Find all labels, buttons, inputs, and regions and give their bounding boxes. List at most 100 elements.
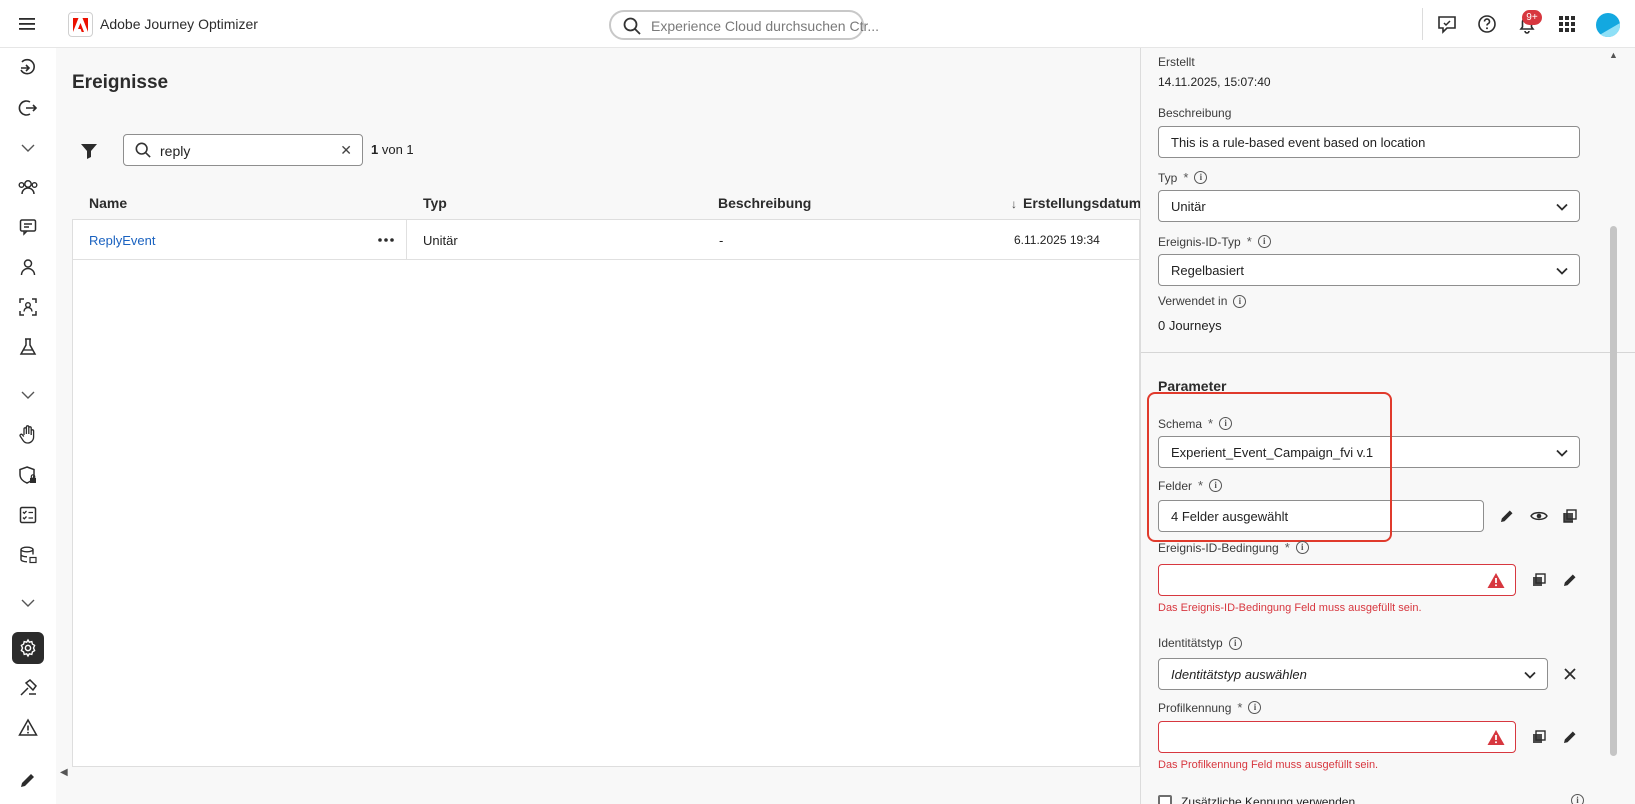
search-placeholder: Experience Cloud durchsuchen Ctr...	[651, 18, 880, 34]
top-bar: Adobe Journey Optimizer Experience Cloud…	[0, 0, 1635, 48]
id-type-label: Ereignis-ID-Typ * i	[1158, 234, 1271, 249]
column-header-name[interactable]: Name	[89, 195, 127, 211]
notification-badge: 9+	[1522, 10, 1542, 25]
id-type-value: Regelbasiert	[1171, 263, 1244, 278]
gear-icon[interactable]	[12, 632, 44, 664]
info-icon[interactable]: i	[1295, 541, 1309, 554]
menu-icon[interactable]	[16, 13, 38, 35]
edit-profile-id-pencil-icon[interactable]	[1560, 727, 1580, 747]
description-value: This is a rule-based event based on loca…	[1171, 135, 1426, 150]
event-detail-panel: Erstellt 14.11.2025, 15:07:40 Beschreibu…	[1140, 48, 1635, 804]
search-icon	[623, 17, 641, 38]
help-icon[interactable]	[1476, 13, 1498, 35]
edit-fields-pencil-icon[interactable]	[1497, 506, 1517, 526]
message-icon[interactable]	[12, 211, 44, 243]
events-table: ReplyEvent Unitär - 6.11.2025 19:34	[72, 219, 1140, 767]
warning-icon	[1487, 729, 1505, 749]
column-header-beschreibung[interactable]: Beschreibung	[718, 195, 811, 211]
hammer-icon[interactable]	[12, 672, 44, 704]
edit-condition-pencil-icon[interactable]	[1560, 570, 1580, 590]
page-title: Ereignisse	[72, 72, 169, 93]
used-in-value: 0 Journeys	[1158, 318, 1222, 333]
chevron-down-icon[interactable]	[12, 379, 44, 411]
type-select[interactable]: Unitär	[1158, 190, 1580, 222]
table-row[interactable]: ReplyEvent Unitär - 6.11.2025 19:34	[73, 220, 1139, 260]
identity-scan-icon[interactable]	[12, 291, 44, 323]
sort-arrow-icon: ↓	[1011, 197, 1017, 211]
created-label: Erstellt	[1158, 55, 1195, 69]
info-icon[interactable]: i	[1194, 171, 1208, 184]
copy-icon[interactable]	[1560, 506, 1580, 526]
alert-icon[interactable]	[12, 712, 44, 744]
event-name-link[interactable]: ReplyEvent	[89, 233, 155, 248]
identity-type-label: Identitätstyp i	[1158, 636, 1242, 650]
logout-icon[interactable]	[12, 92, 44, 124]
chevron-down-icon[interactable]	[12, 132, 44, 164]
app-title[interactable]: Adobe Journey Optimizer	[100, 16, 258, 32]
extra-id-label[interactable]: Zusätzliche Kennung verwenden	[1181, 795, 1355, 804]
profile-id-input[interactable]	[1158, 721, 1516, 753]
id-condition-input[interactable]	[1158, 564, 1516, 596]
info-icon[interactable]: i	[1571, 791, 1584, 804]
type-value: Unitär	[1171, 199, 1206, 214]
column-header-typ[interactable]: Typ	[423, 195, 447, 211]
flask-icon[interactable]	[12, 331, 44, 363]
clear-identity-type-icon[interactable]	[1560, 664, 1580, 684]
database-icon[interactable]	[12, 539, 44, 571]
checklist-icon[interactable]	[12, 499, 44, 531]
type-label: Typ * i	[1158, 170, 1208, 185]
avatar[interactable]	[1596, 13, 1620, 37]
description-field[interactable]: This is a rule-based event based on loca…	[1158, 126, 1580, 158]
search-icon	[135, 142, 151, 161]
clear-search-icon[interactable]: ✕	[340, 142, 352, 159]
section-divider	[1141, 352, 1635, 353]
info-icon[interactable]: i	[1228, 636, 1242, 650]
chevron-down-icon	[1555, 446, 1569, 463]
info-icon[interactable]: i	[1248, 701, 1262, 714]
identity-type-select[interactable]: Identitätstyp auswählen	[1158, 658, 1548, 690]
event-type-cell: Unitär	[423, 233, 458, 248]
identity-type-placeholder: Identitätstyp auswählen	[1171, 667, 1307, 682]
used-in-label: Verwendet in i	[1158, 294, 1247, 308]
apps-grid-icon[interactable]	[1556, 13, 1578, 35]
result-count: 1 von 1	[371, 142, 414, 157]
global-search-input[interactable]: Experience Cloud durchsuchen Ctr...	[609, 10, 879, 40]
search-value: reply	[160, 143, 191, 159]
column-divider	[406, 220, 407, 260]
info-icon[interactable]: i	[1257, 235, 1271, 248]
id-condition-label: Ereignis-ID-Bedingung * i	[1158, 540, 1309, 555]
arrow-in-icon[interactable]	[12, 52, 44, 84]
feedback-icon[interactable]	[1436, 13, 1458, 35]
view-fields-eye-icon[interactable]	[1529, 506, 1549, 526]
profile-id-error: Das Profilkennung Feld muss ausgefüllt s…	[1158, 759, 1379, 771]
event-search-input[interactable]: reply ✕	[123, 134, 363, 166]
info-icon[interactable]: i	[1233, 294, 1247, 308]
scroll-left-icon[interactable]: ◀	[60, 767, 68, 778]
extra-id-checkbox[interactable]	[1158, 795, 1172, 804]
filter-icon[interactable]	[76, 138, 102, 164]
scroll-up-icon[interactable]: ▲	[1609, 50, 1618, 60]
copy-icon[interactable]	[1529, 727, 1549, 747]
created-value: 14.11.2025, 15:07:40	[1158, 75, 1271, 89]
event-date-cell: 6.11.2025 19:34	[1014, 233, 1100, 247]
panel-scrollbar[interactable]: ▲	[1607, 48, 1619, 804]
profile-icon[interactable]	[12, 251, 44, 283]
column-header-erstellungsdatum[interactable]: ↓ Erstellungsdatum	[1011, 195, 1141, 211]
toolbar-divider	[1422, 8, 1423, 40]
left-rail	[0, 48, 56, 804]
event-description-cell: -	[719, 233, 724, 248]
id-type-select[interactable]: Regelbasiert	[1158, 254, 1580, 286]
shield-lock-icon[interactable]	[12, 459, 44, 491]
copy-icon[interactable]	[1529, 570, 1549, 590]
pencil-icon[interactable]	[12, 764, 44, 796]
scrollbar-thumb[interactable]	[1610, 226, 1617, 756]
audience-icon[interactable]	[12, 171, 44, 203]
profile-id-label: Profilkennung * i	[1158, 700, 1262, 715]
hand-icon[interactable]	[12, 419, 44, 451]
highlight-box	[1147, 392, 1392, 542]
chevron-down-icon[interactable]	[12, 587, 44, 619]
adobe-logo-icon[interactable]	[68, 12, 93, 37]
warning-icon	[1487, 572, 1505, 592]
description-label: Beschreibung	[1158, 106, 1232, 120]
more-actions-icon[interactable]	[376, 232, 396, 248]
